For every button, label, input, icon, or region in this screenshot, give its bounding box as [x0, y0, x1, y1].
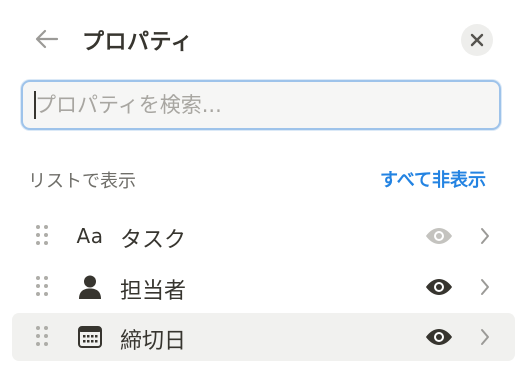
drag-handle-icon[interactable]	[36, 225, 50, 247]
property-row-task[interactable]: Aa タスク	[12, 212, 515, 260]
property-name: タスク	[120, 228, 187, 253]
panel-title: プロパティ	[82, 30, 194, 55]
visibility-toggle[interactable]	[424, 224, 454, 248]
close-button[interactable]	[461, 24, 493, 56]
section-label: リストで表示	[28, 171, 136, 192]
chevron-right-icon[interactable]	[475, 224, 495, 248]
person-icon	[74, 272, 106, 302]
eye-icon	[426, 279, 452, 295]
eye-icon	[426, 228, 452, 244]
close-icon	[470, 33, 484, 47]
property-name: 担当者	[120, 279, 187, 304]
panel-header: プロパティ	[0, 14, 524, 64]
eye-icon	[426, 329, 452, 345]
visibility-toggle[interactable]	[424, 325, 454, 349]
text-type-icon: Aa	[74, 221, 106, 251]
hide-all-button[interactable]: すべて非表示	[380, 166, 486, 192]
drag-handle-icon[interactable]	[36, 326, 50, 348]
back-button[interactable]	[28, 22, 66, 56]
search-box	[21, 80, 501, 130]
text-type-label: Aa	[76, 224, 104, 248]
property-name: 締切日	[120, 329, 187, 354]
chevron-right-icon[interactable]	[475, 275, 495, 299]
visibility-toggle[interactable]	[424, 275, 454, 299]
text-caret	[34, 91, 36, 119]
property-row-assignee[interactable]: 担当者	[12, 263, 515, 311]
search-input[interactable]	[33, 88, 490, 122]
drag-handle-icon[interactable]	[36, 276, 50, 298]
arrow-left-icon	[35, 29, 59, 49]
chevron-right-icon[interactable]	[475, 325, 495, 349]
property-row-due-date[interactable]: 締切日	[12, 313, 515, 361]
properties-panel: プロパティ リストで表示 すべて非表示 Aa タスク	[0, 0, 524, 382]
calendar-icon	[74, 322, 106, 352]
